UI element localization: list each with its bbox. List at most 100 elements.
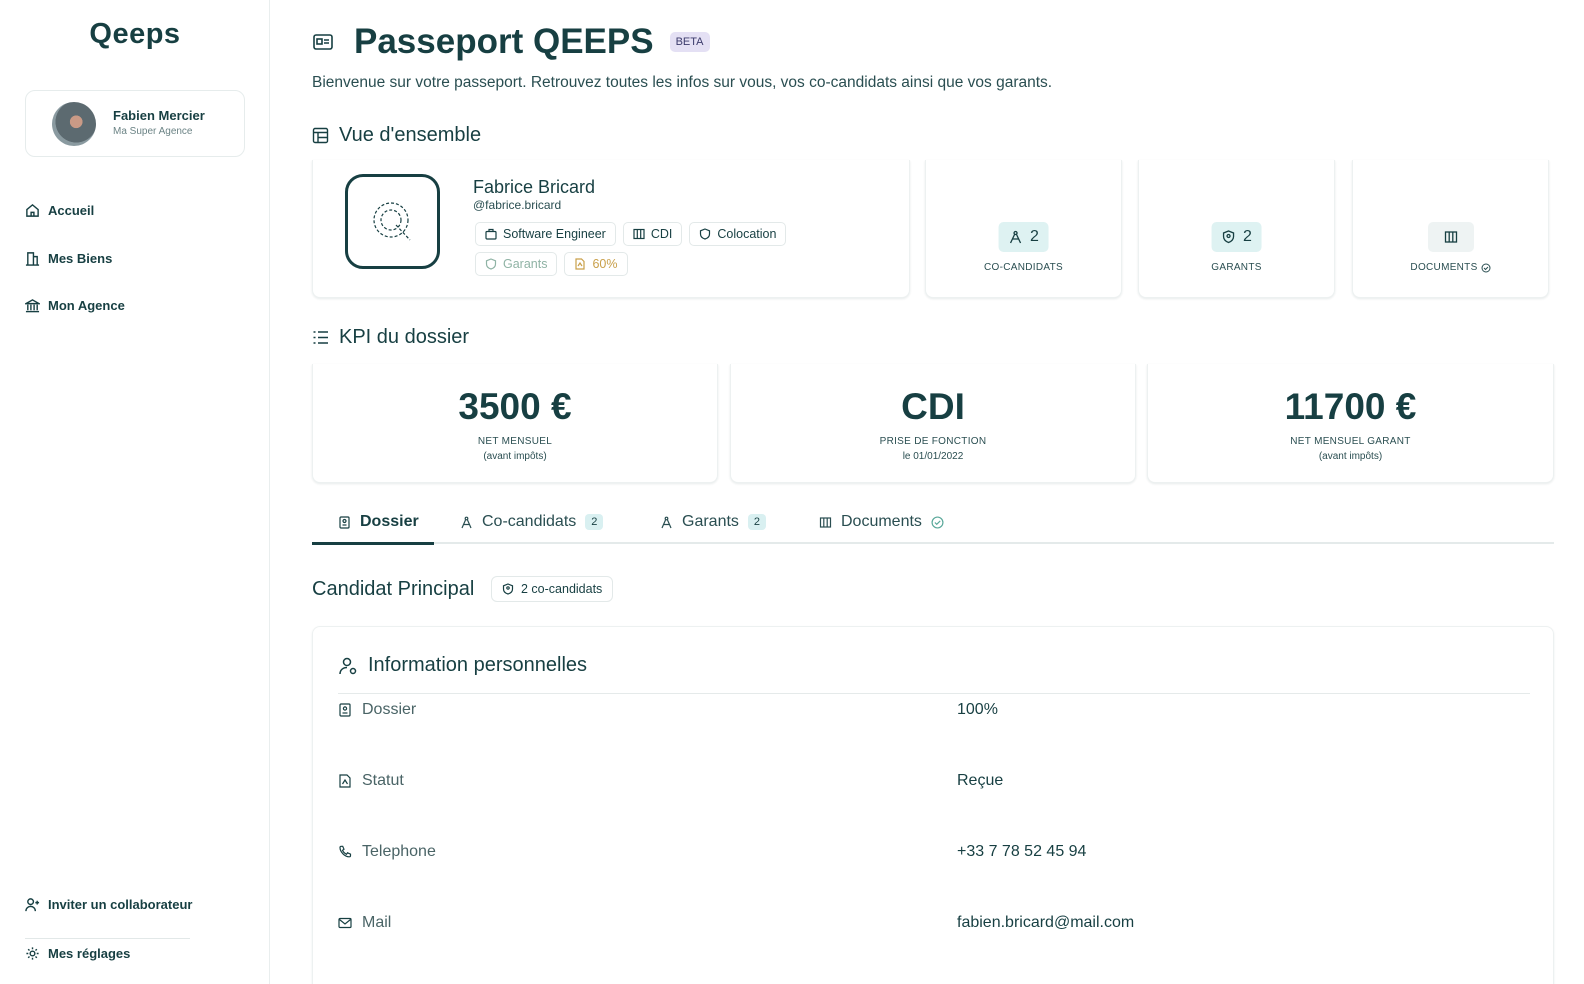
divider (338, 693, 1530, 694)
sidebar-item-accueil[interactable]: Accueil (25, 203, 94, 218)
home-icon (26, 203, 39, 217)
tab-label: Dossier (360, 513, 419, 530)
file-icon (339, 774, 351, 788)
profile-agency: Ma Super Agence (113, 126, 193, 137)
info-key: Telephone (338, 843, 436, 861)
tab-documents[interactable]: Documents (819, 500, 944, 544)
tab-dossier[interactable]: Dossier (338, 500, 419, 544)
co-candidats-badge[interactable]: 2 co-candidats (491, 576, 614, 602)
page-title: Passeport QEEPS (354, 22, 654, 61)
kpi-sublabel: le 01/01/2022 (902, 451, 964, 462)
profile-card[interactable]: Fabien Mercier Ma Super Agence (25, 90, 245, 157)
stat-label-text: CO-CANDIDATS (984, 262, 1063, 273)
stat-label: DOCUMENTS (1353, 262, 1548, 273)
kpi-sublabel: (avant impôts) (483, 451, 547, 462)
shield-icon (502, 583, 514, 595)
info-key-label: Dossier (362, 701, 417, 718)
sidebar-item-invite[interactable]: Inviter un collaborateur (25, 897, 192, 912)
stat-card-co-candidats[interactable]: 2 CO-CANDIDATS (925, 160, 1122, 298)
app-logo[interactable]: Qeeps (0, 18, 270, 51)
active-tab-indicator (312, 542, 434, 545)
sidebar-item-settings[interactable]: Mes réglages (25, 946, 130, 961)
columns-icon (1444, 231, 1457, 243)
tab-label: Garants (682, 513, 739, 530)
kpi-label: PRISE DE FONCTION (879, 436, 987, 447)
info-key: Mail (338, 914, 391, 932)
sidebar-item-label: Accueil (48, 203, 95, 218)
profile-name: Fabien Mercier (113, 108, 205, 123)
person-card[interactable]: Fabrice Bricard @fabrice.bricard Softwar… (312, 160, 910, 298)
tab-co-candidats[interactable]: Co-candidats 2 (460, 500, 604, 544)
stat-card-garants[interactable]: 2 GARANTS (1138, 160, 1335, 298)
kpi-card-contract: CDI PRISE DE FONCTION le 01/01/2022 (730, 364, 1136, 483)
sidebar-item-label: Inviter un collaborateur (48, 897, 193, 912)
sidebar-item-label: Mes Biens (48, 251, 113, 266)
id-card-icon (313, 34, 333, 50)
kpi-value: 3500 € (458, 386, 572, 427)
info-value: 100% (957, 701, 998, 718)
kpi-sublabel: (avant impôts) (1318, 451, 1383, 462)
section-title: Vue d'ensemble (339, 124, 482, 146)
tag-contract: CDI (622, 222, 683, 246)
tab-bar: Dossier Co-candidats 2 Garants 2 Documen… (312, 500, 1554, 544)
kpi-card-net-garant: 11700 € NET MENSUEL GARANT (avant impôts… (1147, 364, 1554, 483)
tag-label: CDI (650, 227, 673, 241)
gear-icon (26, 947, 39, 960)
stat-label-text: GARANTS (1211, 262, 1262, 273)
info-key-label: Statut (362, 772, 404, 789)
beta-badge: BETA (669, 32, 710, 52)
badge-label: 2 co-candidats (521, 582, 603, 596)
info-key: Statut (338, 772, 404, 790)
document-icon (339, 703, 351, 717)
info-key-label: Mail (362, 914, 392, 931)
tag-label: Colocation (717, 227, 777, 241)
person-name: Fabrice Bricard (473, 177, 596, 197)
file-icon (575, 258, 586, 270)
info-value: Reçue (957, 772, 1004, 789)
page-subtitle: Bienvenue sur votre passeport. Retrouvez… (312, 74, 1053, 91)
sidebar-divider (25, 938, 190, 939)
mail-icon (338, 917, 352, 929)
kpi-value: 11700 € (1284, 386, 1417, 427)
personal-info-card: Information personnelles Dossier 100% St… (312, 626, 1554, 984)
info-row-dossier: Dossier 100% (338, 701, 1530, 723)
document-icon (339, 515, 350, 529)
list-icon (313, 331, 328, 344)
info-card-title: Information personnelles (368, 654, 588, 676)
qeeps-logo-icon (345, 174, 440, 269)
columns-icon (819, 516, 832, 528)
candidate-title: Candidat Principal (312, 578, 475, 600)
info-key-label: Telephone (362, 843, 436, 860)
stat-value: 2 (1030, 228, 1039, 245)
person-handle: @fabrice.bricard (473, 198, 562, 212)
tag-label: Garants (503, 257, 548, 271)
check-circle-icon (931, 515, 944, 529)
person-tags-secondary: Garants 60% (475, 252, 628, 276)
info-card-header: Information personnelles (338, 654, 587, 677)
page-header: Passeport QEEPS BETA (312, 22, 710, 62)
kpi-value: CDI (901, 386, 965, 427)
compass-icon (1009, 230, 1021, 244)
user-settings-icon (339, 657, 357, 674)
columns-icon (633, 228, 645, 240)
info-value[interactable]: fabien.bricard@mail.com (957, 914, 1134, 932)
stat-card-documents[interactable]: DOCUMENTS (1352, 160, 1549, 298)
briefcase-icon (485, 228, 497, 240)
stat-label: GARANTS (1139, 262, 1334, 273)
info-row-statut: Statut Reçue (338, 772, 1530, 794)
tag-housing: Colocation (689, 222, 787, 246)
sidebar-item-mes-biens[interactable]: Mes Biens (25, 251, 112, 266)
stat-badge: 2 (998, 222, 1049, 252)
tab-count-badge: 2 (585, 514, 604, 530)
bank-icon (25, 299, 40, 313)
sidebar-item-label: Mes réglages (48, 946, 131, 961)
tag-progress: 60% (564, 252, 628, 276)
compass-icon (661, 516, 672, 528)
kpi-label: NET MENSUEL (477, 436, 553, 447)
sidebar-item-mon-agence[interactable]: Mon Agence (25, 298, 125, 313)
tab-garants[interactable]: Garants 2 (660, 500, 767, 544)
stat-badge (1427, 222, 1474, 252)
info-key: Dossier (338, 701, 416, 719)
tag-label: Software Engineer (503, 227, 606, 241)
sidebar-item-label: Mon Agence (48, 298, 125, 313)
